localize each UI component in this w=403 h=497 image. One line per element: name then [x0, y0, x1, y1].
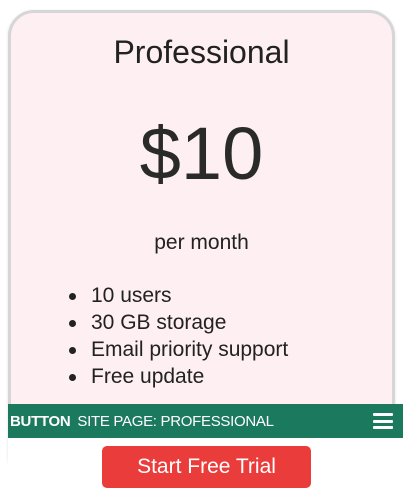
start-free-trial-button[interactable]: Start Free Trial	[102, 446, 311, 488]
menu-icon-line	[373, 426, 393, 429]
feature-item: Email priority support	[67, 336, 288, 363]
site-page-label: SITE PAGE: PROFESSIONAL	[77, 412, 274, 430]
plan-title: Professional	[113, 34, 290, 70]
menu-icon-line	[373, 419, 393, 423]
element-type-tag: BUTTON	[10, 412, 71, 430]
menu-icon-line	[373, 413, 393, 416]
feature-list: 10 users 30 GB storage Email priority su…	[67, 282, 288, 390]
page: Professional $10 per month 10 users 30 G…	[0, 0, 403, 497]
feature-item: Free update	[67, 363, 288, 390]
feature-item: 10 users	[67, 282, 288, 309]
feature-item: 30 GB storage	[67, 309, 288, 336]
hamburger-menu-icon[interactable]	[373, 413, 393, 429]
button-panel: Start Free Trial	[8, 438, 403, 497]
plan-price: $10	[139, 112, 264, 195]
element-label-bar: BUTTON SITE PAGE: PROFESSIONAL	[8, 404, 403, 438]
plan-period: per month	[154, 231, 249, 254]
